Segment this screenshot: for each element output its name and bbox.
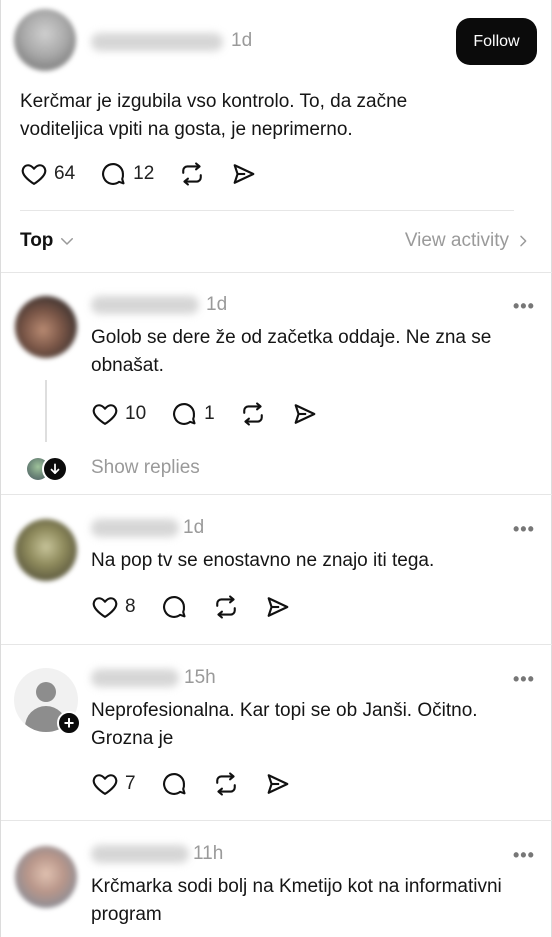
more-icon[interactable]: ••• <box>513 296 535 317</box>
reply-author-name[interactable] <box>91 296 199 314</box>
comment-icon <box>162 773 186 795</box>
view-activity-link[interactable]: View activity <box>405 230 531 252</box>
like-button[interactable]: 10 <box>91 400 146 428</box>
reply-actions: 8 <box>91 593 316 621</box>
post-text: Kerčmar je izgubila vso kontrolo. To, da… <box>20 91 408 140</box>
share-button[interactable] <box>264 593 292 621</box>
like-button[interactable]: 64 <box>20 160 75 188</box>
divider <box>20 210 514 211</box>
heart-icon <box>92 774 118 795</box>
divider <box>1 272 552 273</box>
repost-button[interactable] <box>212 770 240 798</box>
sort-dropdown[interactable]: Top <box>20 230 76 252</box>
comment-icon <box>162 596 186 618</box>
repost-button[interactable] <box>178 160 206 188</box>
sort-label: Top <box>20 230 54 251</box>
share-icon <box>233 164 255 184</box>
like-button[interactable]: 7 <box>91 770 136 798</box>
plus-icon[interactable]: + <box>57 711 81 735</box>
show-replies-link[interactable]: Show replies <box>91 457 200 479</box>
repost-button[interactable] <box>239 400 267 428</box>
comment-button[interactable]: 12 <box>99 160 154 188</box>
chevron-down-icon <box>61 238 74 245</box>
reply-time: 1d <box>183 517 205 538</box>
reply-actions: 7 <box>91 770 316 798</box>
follow-button[interactable]: Follow <box>456 18 537 65</box>
post-time: 1d <box>231 30 253 51</box>
reply-text: Golob se dere že od začetka oddaje. Ne z… <box>91 327 492 376</box>
like-button[interactable]: 8 <box>91 593 136 621</box>
app-frame: 1d Follow Kerčmar je izgubila vso kontro… <box>0 0 552 937</box>
repost-button[interactable] <box>212 593 240 621</box>
comment-icon <box>173 403 196 425</box>
reply-text: Neprofesionalna. Kar topi se ob Janši. O… <box>91 700 478 749</box>
reply-time: 11h <box>193 843 224 864</box>
comment-icon <box>102 163 125 185</box>
share-button[interactable] <box>264 770 292 798</box>
reply-actions: 10 1 <box>91 400 343 428</box>
reply-time: 15h <box>184 667 216 688</box>
share-icon <box>267 597 288 617</box>
reply-time: 1d <box>206 294 228 315</box>
more-icon[interactable]: ••• <box>513 669 535 690</box>
share-button[interactable] <box>291 400 319 428</box>
reply-author-name[interactable] <box>91 669 179 687</box>
post-actions: 64 12 <box>20 160 282 188</box>
repost-icon <box>215 772 236 796</box>
repost-icon <box>215 595 236 619</box>
chevron-right-icon <box>520 235 527 247</box>
comment-button[interactable] <box>160 593 188 621</box>
reply-text: Na pop tv se enostavno ne znajo iti tega… <box>91 550 435 571</box>
more-icon[interactable]: ••• <box>513 519 535 540</box>
reply-author-name[interactable] <box>91 845 189 863</box>
share-icon <box>294 404 316 424</box>
repost-icon <box>182 162 203 186</box>
reply-author-name[interactable] <box>91 519 179 537</box>
avatar-head-shape <box>36 682 56 702</box>
reply-author-avatar[interactable] <box>15 296 77 358</box>
reply-author-avatar[interactable] <box>15 846 77 908</box>
arrow-down-icon[interactable] <box>42 456 68 482</box>
reply-author-avatar[interactable] <box>15 519 77 581</box>
comment-count: 1 <box>204 403 215 424</box>
like-count: 64 <box>54 163 76 184</box>
thread-line <box>45 380 47 442</box>
repost-icon <box>242 402 263 426</box>
post-author-name[interactable] <box>91 33 223 51</box>
divider <box>1 494 552 495</box>
comment-count: 12 <box>133 163 155 184</box>
comment-button[interactable]: 1 <box>170 400 215 428</box>
like-count: 8 <box>125 596 136 617</box>
share-icon <box>267 774 288 794</box>
comment-button[interactable] <box>160 770 188 798</box>
post-author-avatar[interactable] <box>14 9 76 71</box>
like-count: 7 <box>125 773 136 794</box>
like-count: 10 <box>125 403 147 424</box>
reply-text: Krčmarka sodi bolj na Kmetijo kot na inf… <box>91 876 502 925</box>
heart-icon <box>92 597 118 618</box>
divider <box>1 820 552 821</box>
divider <box>1 644 552 645</box>
share-button[interactable] <box>230 160 258 188</box>
heart-icon <box>21 164 47 185</box>
view-activity-label: View activity <box>404 230 509 251</box>
more-icon[interactable]: ••• <box>513 845 535 866</box>
heart-icon <box>92 404 118 425</box>
